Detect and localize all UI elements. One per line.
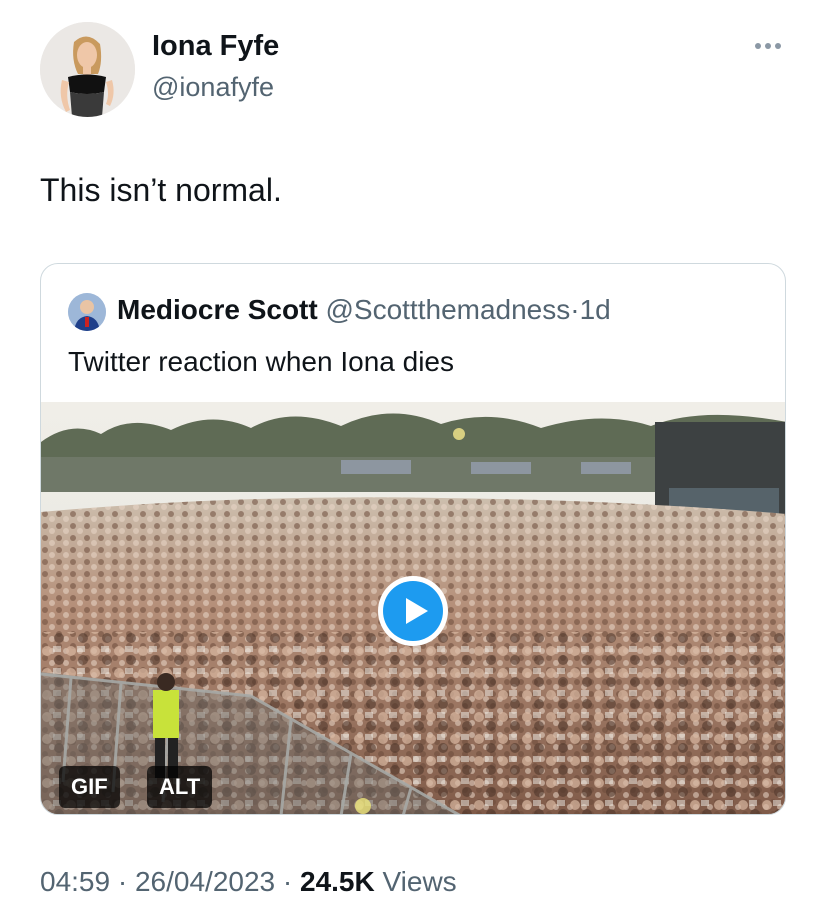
quoted-meta: Mediocre Scott @Scottthemadness·1d (117, 294, 611, 326)
more-horizontal-icon[interactable] (748, 36, 788, 56)
tweet-text: This isn’t normal. (40, 172, 282, 208)
tweet-metadata: 04:59 · 26/04/2023 · 24.5K Views (40, 866, 457, 898)
play-icon[interactable] (376, 574, 450, 648)
author-name[interactable]: Iona Fyfe (152, 30, 279, 63)
separator-dot: · (117, 866, 128, 897)
gif-badge: GIF (59, 766, 120, 808)
quoted-text: Twitter reaction when Iona dies (68, 346, 454, 377)
gif-media[interactable]: GIF ALT (41, 402, 785, 814)
author-avatar[interactable] (40, 22, 135, 117)
quoted-author-handle[interactable]: @Scottthemadness (325, 294, 570, 325)
tweet-date[interactable]: 26/04/2023 (135, 866, 275, 897)
quoted-author-name[interactable]: Mediocre Scott (117, 294, 318, 325)
tweet-time[interactable]: 04:59 (40, 866, 110, 897)
separator-dot: · (570, 294, 580, 325)
quoted-timestamp[interactable]: 1d (580, 294, 611, 325)
quoted-author-avatar[interactable] (68, 293, 106, 331)
views-count[interactable]: 24.5K (300, 866, 375, 897)
quote-tweet-card[interactable]: Mediocre Scott @Scottthemadness·1d Twitt… (40, 263, 786, 815)
views-label: Views (382, 866, 457, 897)
separator-dot: · (282, 866, 293, 897)
alt-text-button[interactable]: ALT (147, 766, 213, 808)
author-handle[interactable]: @ionafyfe (152, 72, 274, 103)
